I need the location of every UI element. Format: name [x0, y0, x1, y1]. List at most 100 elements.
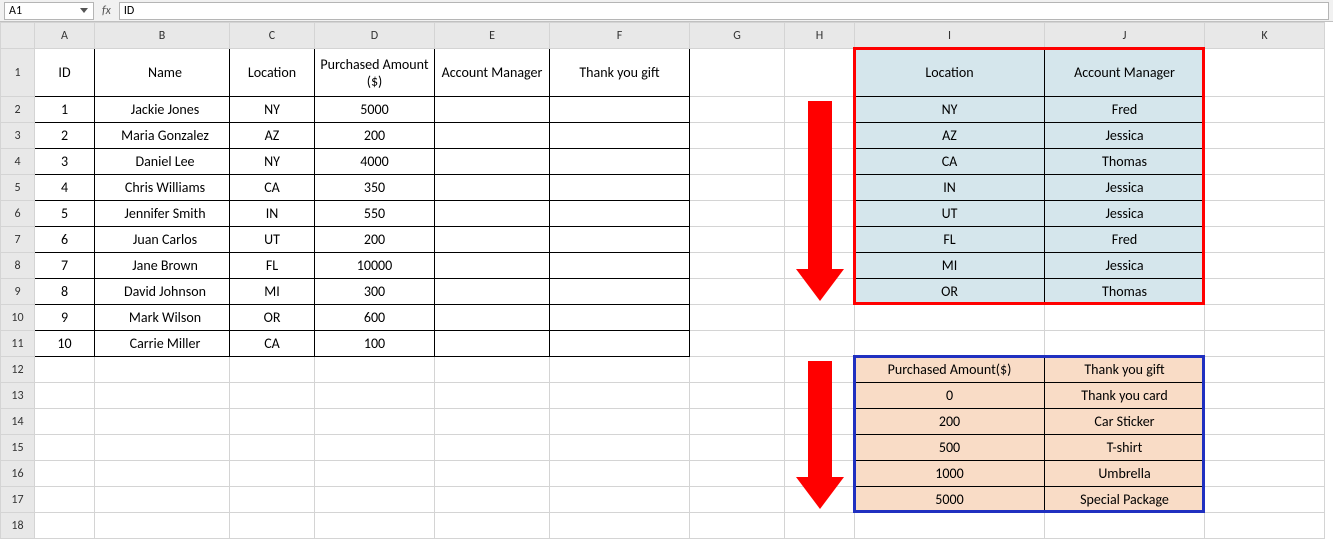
formula-input[interactable]: ID — [119, 2, 1329, 20]
cell[interactable]: 5000 — [315, 97, 435, 123]
cell[interactable]: Jennifer Smith — [95, 201, 230, 227]
cell[interactable] — [785, 383, 855, 409]
cell[interactable] — [785, 253, 855, 279]
cell[interactable] — [550, 435, 690, 461]
cell[interactable] — [550, 279, 690, 305]
cell[interactable] — [315, 383, 435, 409]
cell[interactable]: AZ — [855, 123, 1045, 149]
cell[interactable] — [35, 383, 95, 409]
cell[interactable] — [785, 227, 855, 253]
cell[interactable] — [315, 409, 435, 435]
cell[interactable]: 10 — [35, 331, 95, 357]
col-header[interactable]: J — [1045, 23, 1205, 49]
cell[interactable] — [690, 175, 785, 201]
cell[interactable]: IN — [230, 201, 315, 227]
cell[interactable] — [1045, 513, 1205, 539]
cell[interactable] — [690, 279, 785, 305]
cell[interactable]: 200 — [315, 227, 435, 253]
cell[interactable] — [550, 97, 690, 123]
cell[interactable]: UT — [230, 227, 315, 253]
cell[interactable] — [230, 487, 315, 513]
cell[interactable] — [785, 435, 855, 461]
cell[interactable]: MI — [855, 253, 1045, 279]
cell[interactable] — [230, 383, 315, 409]
cell[interactable]: Purchased Amount ($) — [315, 49, 435, 97]
cell[interactable] — [435, 227, 550, 253]
cell[interactable]: Thank you gift — [550, 49, 690, 97]
cell[interactable]: AZ — [230, 123, 315, 149]
cell[interactable]: 7 — [35, 253, 95, 279]
cell[interactable]: 500 — [855, 435, 1045, 461]
cell[interactable] — [95, 513, 230, 539]
cell[interactable]: 350 — [315, 175, 435, 201]
cell[interactable] — [785, 123, 855, 149]
cell[interactable] — [1205, 175, 1325, 201]
cell[interactable]: NY — [855, 97, 1045, 123]
col-header[interactable]: K — [1205, 23, 1325, 49]
cell[interactable] — [690, 487, 785, 513]
cell[interactable] — [35, 409, 95, 435]
cell[interactable] — [435, 409, 550, 435]
cell[interactable]: Special Package — [1045, 487, 1205, 513]
cell[interactable]: 200 — [315, 123, 435, 149]
cell[interactable]: Juan Carlos — [95, 227, 230, 253]
cell[interactable] — [690, 123, 785, 149]
cell[interactable] — [550, 409, 690, 435]
cell[interactable] — [1205, 227, 1325, 253]
cell[interactable]: ID — [35, 49, 95, 97]
cell[interactable] — [95, 487, 230, 513]
col-header[interactable]: G — [690, 23, 785, 49]
col-header[interactable]: D — [315, 23, 435, 49]
row-header[interactable]: 1 — [1, 49, 35, 97]
cell[interactable] — [1205, 357, 1325, 383]
cell[interactable] — [1205, 97, 1325, 123]
cell[interactable] — [1045, 305, 1205, 331]
cell[interactable] — [785, 201, 855, 227]
cell[interactable] — [35, 435, 95, 461]
cell[interactable]: 4000 — [315, 149, 435, 175]
col-header[interactable]: I — [855, 23, 1045, 49]
cell[interactable]: 9 — [35, 305, 95, 331]
cell[interactable] — [855, 513, 1045, 539]
cell[interactable] — [690, 49, 785, 97]
cell[interactable] — [35, 513, 95, 539]
col-header[interactable]: A — [35, 23, 95, 49]
cell[interactable] — [35, 487, 95, 513]
cell[interactable]: 10000 — [315, 253, 435, 279]
cell[interactable] — [435, 513, 550, 539]
cell[interactable] — [550, 513, 690, 539]
cell[interactable] — [435, 305, 550, 331]
cell[interactable] — [785, 305, 855, 331]
cell[interactable] — [315, 513, 435, 539]
cell[interactable]: 3 — [35, 149, 95, 175]
cell[interactable] — [550, 305, 690, 331]
cell[interactable] — [95, 461, 230, 487]
cell[interactable] — [1205, 409, 1325, 435]
cell[interactable]: Thomas — [1045, 149, 1205, 175]
cell[interactable] — [550, 175, 690, 201]
cell[interactable]: UT — [855, 201, 1045, 227]
cell[interactable] — [435, 123, 550, 149]
cell[interactable] — [230, 357, 315, 383]
cell[interactable]: 100 — [315, 331, 435, 357]
cell[interactable] — [550, 201, 690, 227]
cell[interactable]: NY — [230, 149, 315, 175]
cell[interactable] — [315, 487, 435, 513]
cell[interactable] — [435, 461, 550, 487]
cell[interactable] — [1205, 435, 1325, 461]
cell[interactable]: Account Manager — [435, 49, 550, 97]
cell[interactable]: FL — [230, 253, 315, 279]
cell[interactable] — [785, 149, 855, 175]
cell[interactable]: 300 — [315, 279, 435, 305]
cell[interactable]: 6 — [35, 227, 95, 253]
fx-icon[interactable]: fx — [98, 4, 115, 18]
cell[interactable] — [1205, 201, 1325, 227]
cell[interactable] — [35, 461, 95, 487]
row-header[interactable]: 8 — [1, 253, 35, 279]
cell[interactable] — [690, 461, 785, 487]
cell[interactable]: Thomas — [1045, 279, 1205, 305]
row-header[interactable]: 13 — [1, 383, 35, 409]
cell[interactable] — [690, 383, 785, 409]
cell[interactable]: Maria Gonzalez — [95, 123, 230, 149]
cell[interactable] — [785, 49, 855, 97]
